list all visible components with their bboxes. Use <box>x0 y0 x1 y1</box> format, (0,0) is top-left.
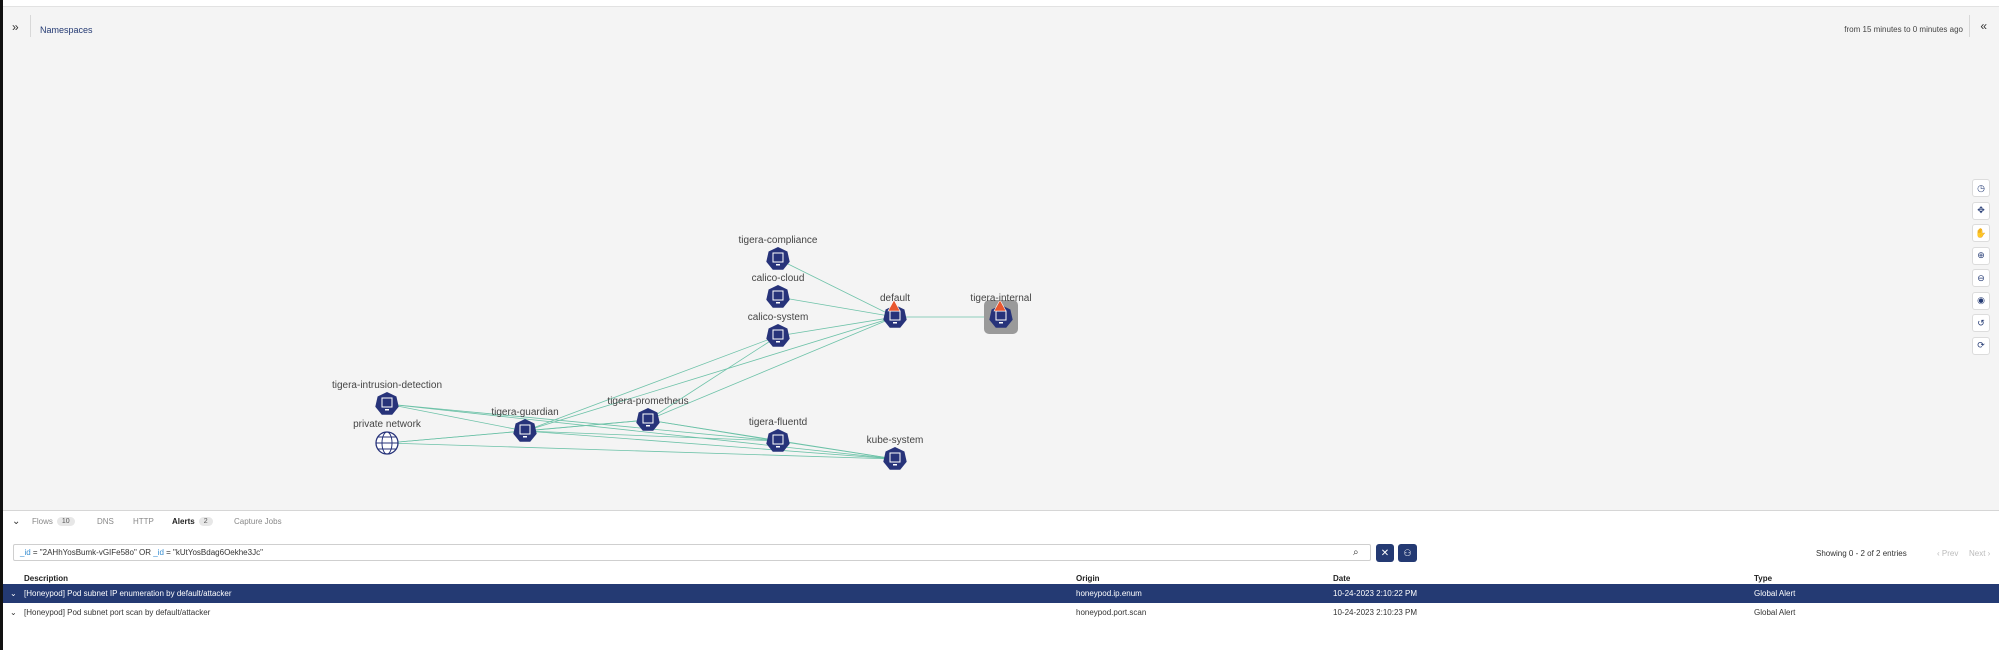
node-label: kube-system <box>867 435 924 446</box>
tab-count-badge: 10 <box>56 517 75 526</box>
node-label: tigera-guardian <box>491 407 558 418</box>
user-settings-icon: ⚇ <box>1403 547 1412 558</box>
fit-icon[interactable]: ✥ <box>1972 201 1990 220</box>
graph-toolbar: ◷ ✥ ✋ ⊕ ⊖ ◉ ↺ ⟳ <box>1972 179 1992 359</box>
zoom-in-icon[interactable]: ⊕ <box>1972 246 1990 265</box>
namespace-icon <box>883 447 907 470</box>
graph-node-kube-system[interactable]: kube-system <box>867 435 924 470</box>
namespace-glyph-tag <box>893 464 897 466</box>
graph-node-tigera-guardian[interactable]: tigera-guardian <box>491 407 559 442</box>
alert-description: [Honeypod] Pod subnet IP enumeration by … <box>24 589 232 598</box>
chevron-down-icon[interactable]: ⌄ <box>10 589 17 598</box>
graph-node-tigera-fluentd[interactable]: tigera-fluentd <box>749 417 807 452</box>
namespace-glyph-tag <box>893 322 897 324</box>
panel-tabs: ⌄ Flows 10 DNS HTTP Alerts 2 Capture Jobs <box>3 511 1999 532</box>
zoom-out-icon[interactable]: ⊖ <box>1972 269 1990 287</box>
graph-node-tigera-compliance[interactable]: tigera-compliance <box>739 235 818 270</box>
alert-origin: honeypod.port.scan <box>1076 608 1147 617</box>
graph-canvas[interactable]: » Namespaces from 15 minutes to 0 minute… <box>3 7 1999 510</box>
column-header-type[interactable]: Type <box>1754 574 1772 583</box>
pan-icon[interactable]: ✋ <box>1972 224 1990 242</box>
tab-count-badge: 2 <box>198 517 213 526</box>
alert-type: Global Alert <box>1754 589 1796 598</box>
graph-edge <box>777 258 896 318</box>
node-label: calico-cloud <box>752 273 805 284</box>
chevron-down-icon[interactable]: ⌄ <box>10 608 17 617</box>
undo-icon[interactable]: ↺ <box>1972 314 1990 332</box>
close-icon: ✕ <box>1380 547 1390 559</box>
tab-dns[interactable]: DNS <box>97 517 114 526</box>
table-header: Description Origin Date Type <box>3 572 1999 584</box>
namespace-icon <box>766 247 790 270</box>
namespace-glyph-tag <box>646 425 650 427</box>
namespace-icon <box>766 324 790 347</box>
manage-users-button[interactable]: ⚇ <box>1398 544 1417 562</box>
graph-edge <box>647 335 779 421</box>
namespace-glyph-tag <box>776 446 780 448</box>
column-header-description[interactable]: Description <box>24 574 68 583</box>
graph-edge <box>524 316 896 432</box>
graph-node-calico-cloud[interactable]: calico-cloud <box>752 273 805 308</box>
column-header-origin[interactable]: Origin <box>1076 574 1100 583</box>
top-bar <box>3 0 1999 7</box>
graph-node-calico-system[interactable]: calico-system <box>748 312 809 347</box>
node-label: tigera-compliance <box>739 235 818 246</box>
alerts-table: Description Origin Date Type ⌄ [Honeypod… <box>3 572 1999 622</box>
search-input[interactable]: _id = "2AHhYosBumk-vGIFe58o" OR _id = "k… <box>13 544 1371 561</box>
namespace-icon <box>766 429 790 452</box>
service-graph[interactable]: tigera-compliance calico-cloud calico-syst… <box>3 7 1999 510</box>
search-icon[interactable]: ⌕ <box>1353 547 1359 558</box>
namespace-glyph-tag <box>776 341 780 343</box>
history-icon[interactable]: ◷ <box>1972 179 1990 197</box>
namespace-icon <box>513 419 537 442</box>
node-label: default <box>880 293 910 304</box>
node-label: tigera-intrusion-detection <box>332 380 442 391</box>
node-label: calico-system <box>748 312 809 323</box>
node-label: private network <box>353 419 422 430</box>
clear-button[interactable]: ✕ <box>1376 544 1394 562</box>
next-page-button[interactable]: Next › <box>1969 549 1990 558</box>
graph-nodes: tigera-compliance calico-cloud calico-syst… <box>332 235 1032 470</box>
table-row[interactable]: ⌄ [Honeypod] Pod subnet port scan by def… <box>3 603 1999 622</box>
graph-node-tigera-intrusion-detection[interactable]: tigera-intrusion-detection <box>332 380 442 415</box>
view-icon[interactable]: ◉ <box>1972 291 1990 310</box>
graph-edge <box>524 430 896 460</box>
namespace-glyph-tag <box>385 409 389 411</box>
refresh-icon[interactable]: ⟳ <box>1972 336 1990 355</box>
graph-node-default[interactable]: default <box>880 293 910 328</box>
alert-date: 10-24-2023 2:10:23 PM <box>1333 608 1418 617</box>
app-root: » Namespaces from 15 minutes to 0 minute… <box>0 0 1999 650</box>
alert-date: 10-24-2023 2:10:22 PM <box>1333 589 1418 598</box>
alert-description: [Honeypod] Pod subnet port scan by defau… <box>24 608 211 617</box>
node-label: tigera-fluentd <box>749 417 807 428</box>
namespace-glyph-tag <box>523 436 527 438</box>
namespace-icon <box>766 285 790 308</box>
prev-page-button[interactable]: ‹ Prev <box>1937 549 1958 558</box>
namespace-glyph-tag <box>776 302 780 304</box>
tab-alerts[interactable]: Alerts 2 <box>172 517 213 526</box>
tab-capture-jobs[interactable]: Capture Jobs <box>234 517 282 526</box>
column-header-date[interactable]: Date <box>1333 574 1350 583</box>
graph-node-private-network[interactable]: private network <box>353 419 422 455</box>
namespace-icon <box>375 392 399 415</box>
entries-count: Showing 0 - 2 of 2 entries <box>1816 549 1907 558</box>
alert-type: Global Alert <box>1754 608 1796 617</box>
table-row[interactable]: ⌄ [Honeypod] Pod subnet IP enumeration b… <box>3 584 1999 603</box>
namespace-icon <box>636 408 660 431</box>
collapse-panel-icon[interactable]: ⌄ <box>12 516 20 527</box>
graph-node-tigera-prometheus[interactable]: tigera-prometheus <box>607 396 689 431</box>
namespace-glyph-tag <box>776 264 780 266</box>
node-label: tigera-internal <box>970 293 1031 304</box>
alert-origin: honeypod.ip.enum <box>1076 589 1142 598</box>
namespace-glyph-tag <box>999 322 1003 324</box>
tab-http[interactable]: HTTP <box>133 517 154 526</box>
tab-flows[interactable]: Flows 10 <box>32 517 75 526</box>
graph-node-tigera-internal[interactable]: tigera-internal <box>970 293 1032 334</box>
graph-edges <box>386 258 1001 460</box>
details-panel: ⌄ Flows 10 DNS HTTP Alerts 2 Capture Jobs … <box>3 510 1999 650</box>
node-label: tigera-prometheus <box>607 396 688 407</box>
